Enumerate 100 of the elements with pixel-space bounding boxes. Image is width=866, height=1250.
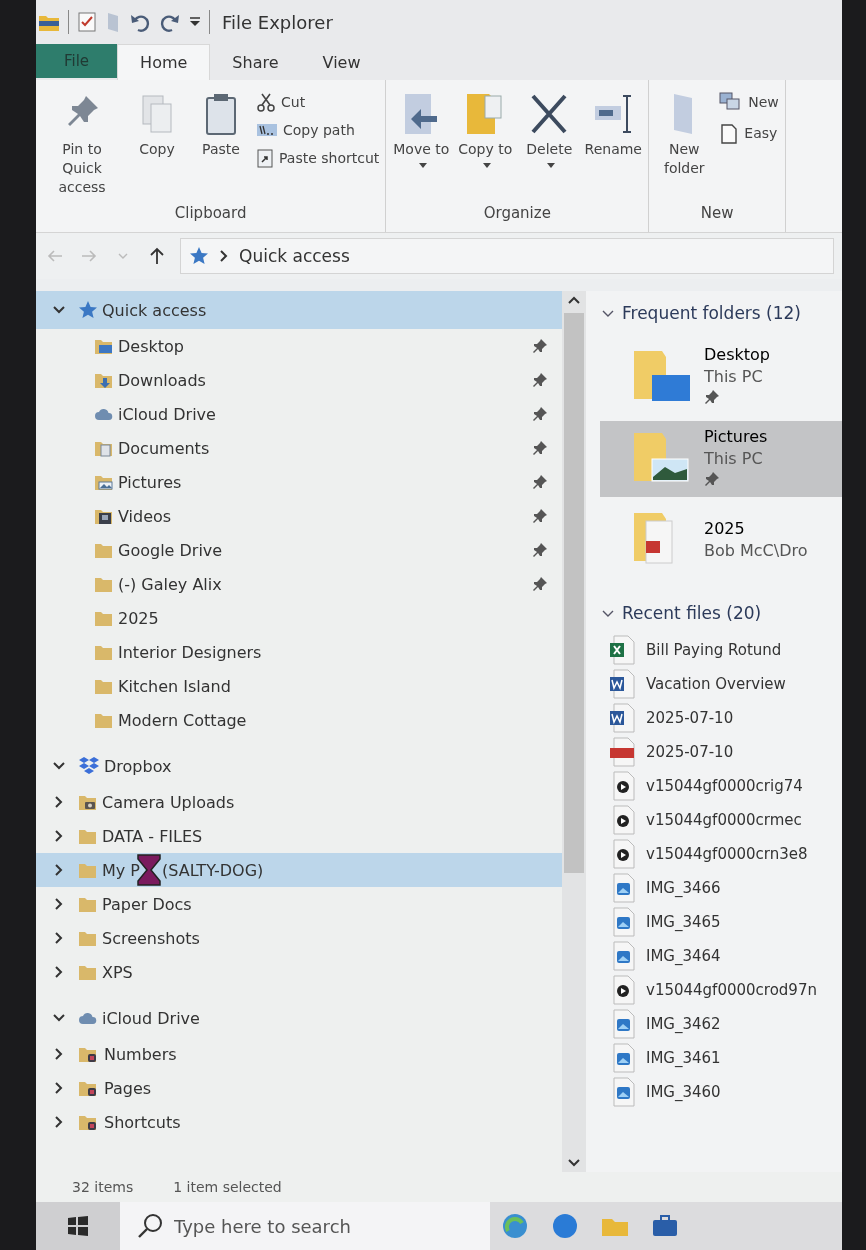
folder-name: 2025 bbox=[704, 518, 746, 538]
ribbon-tab[interactable]: Home bbox=[117, 44, 211, 80]
nav-item[interactable]: Camera Uploads bbox=[36, 785, 562, 819]
dropbox-icon bbox=[78, 756, 100, 776]
nav-item[interactable]: Interior Designers bbox=[36, 635, 562, 669]
nav-item[interactable]: Pages bbox=[36, 1071, 562, 1105]
nav-item[interactable]: iCloud Drive bbox=[36, 397, 562, 431]
image-file-icon bbox=[610, 873, 638, 903]
nav-item[interactable]: 2025 bbox=[36, 601, 562, 635]
nav-item[interactable]: Pictures bbox=[36, 465, 562, 499]
app-icon bbox=[550, 1211, 580, 1241]
chevron-down-icon bbox=[567, 1158, 581, 1168]
copyto-button[interactable]: Copy to bbox=[454, 86, 517, 204]
folder-tile[interactable]: 2025 Bob McC\Dro bbox=[600, 503, 842, 575]
copy-button[interactable]: Copy bbox=[126, 86, 188, 204]
nav-item[interactable]: Modern Cottage bbox=[36, 703, 562, 737]
move-button[interactable]: Move to bbox=[390, 86, 453, 204]
file-item[interactable]: 2025-07-10 bbox=[600, 735, 842, 769]
image-file-icon bbox=[610, 1043, 638, 1073]
rename-icon bbox=[593, 92, 634, 136]
nav-item[interactable]: Desktop bbox=[36, 329, 562, 363]
folder-icon bbox=[78, 895, 98, 913]
start-button[interactable] bbox=[36, 1202, 120, 1250]
pin-icon bbox=[532, 338, 548, 354]
nav-item[interactable]: Paper Docs bbox=[36, 887, 562, 921]
camera-folder-icon bbox=[78, 793, 98, 811]
pasteshortcut-button[interactable]: Paste shortcut bbox=[254, 146, 382, 170]
nav-item[interactable]: Quick access bbox=[36, 291, 562, 329]
pin-icon bbox=[532, 406, 548, 422]
delete-button[interactable]: Delete bbox=[518, 86, 581, 204]
nav-item[interactable]: Dropbox bbox=[36, 747, 562, 785]
nav-item[interactable]: Downloads bbox=[36, 363, 562, 397]
pin-button[interactable]: Pin to Quick access bbox=[40, 86, 124, 204]
breadcrumb[interactable]: Quick access bbox=[239, 246, 350, 266]
file-item[interactable]: IMG_3460 bbox=[600, 1075, 842, 1109]
ribbon-tab[interactable]: View bbox=[300, 44, 383, 80]
picture-folder-icon bbox=[94, 473, 114, 491]
app-icon bbox=[500, 1211, 530, 1241]
folder-icon bbox=[94, 575, 114, 593]
nav-item[interactable]: DATA - FILES bbox=[36, 819, 562, 853]
nav-item[interactable]: Documents bbox=[36, 431, 562, 465]
folder-icon bbox=[94, 677, 114, 695]
folder-icon bbox=[94, 711, 114, 729]
folder-tile[interactable]: Desktop This PC bbox=[600, 339, 842, 415]
file-item[interactable]: v15044gf0000crod97n bbox=[600, 973, 842, 1007]
search-icon bbox=[136, 1212, 164, 1240]
scrollbar-thumb[interactable] bbox=[564, 313, 584, 873]
section-header[interactable]: Frequent folders (12) bbox=[600, 299, 842, 327]
nav-item[interactable]: Google Drive bbox=[36, 533, 562, 567]
section-header[interactable]: Recent files (20) bbox=[600, 599, 842, 627]
document-icon bbox=[719, 122, 740, 144]
file-item[interactable]: Vacation Overview bbox=[600, 667, 842, 701]
newitem-button[interactable]: New bbox=[717, 90, 781, 114]
search-field[interactable]: Type here to search bbox=[174, 1202, 490, 1250]
rename-button[interactable]: Rename bbox=[582, 86, 645, 204]
file-item[interactable]: IMG_3465 bbox=[600, 905, 842, 939]
download-folder-icon bbox=[94, 371, 114, 389]
file-item[interactable]: IMG_3464 bbox=[600, 939, 842, 973]
file-item[interactable]: 2025-07-10 bbox=[600, 701, 842, 735]
nav-item[interactable]: My P (SALTY-DOG) bbox=[36, 853, 562, 887]
nav-item[interactable]: Kitchen Island bbox=[36, 669, 562, 703]
document-folder-icon bbox=[94, 439, 114, 457]
ribbon-tab[interactable]: Share bbox=[210, 44, 301, 80]
nav-item[interactable]: Numbers bbox=[36, 1037, 562, 1071]
pdf-file-icon bbox=[610, 737, 638, 767]
folder-icon bbox=[94, 643, 114, 661]
scrollbar[interactable] bbox=[562, 291, 586, 1172]
search-button[interactable] bbox=[120, 1202, 174, 1250]
file-item[interactable]: v15044gf0000crig74 bbox=[600, 769, 842, 803]
file-item[interactable]: Bill Paying Rotund bbox=[600, 633, 842, 667]
nav-item[interactable]: (-) Galey Alix bbox=[36, 567, 562, 601]
video-folder-icon bbox=[94, 507, 114, 525]
nav-item[interactable]: Shortcuts bbox=[36, 1105, 562, 1139]
folder-tile[interactable]: Pictures This PC bbox=[600, 421, 842, 497]
easyaccess-button[interactable]: Easy bbox=[717, 120, 781, 146]
paste-button[interactable]: Paste bbox=[190, 86, 252, 204]
nav-item[interactable]: iCloud Drive bbox=[36, 999, 562, 1037]
status-text: 32 items bbox=[72, 1179, 134, 1195]
file-item[interactable]: IMG_3466 bbox=[600, 871, 842, 905]
video-file-icon bbox=[610, 839, 638, 869]
cut-button[interactable]: Cut bbox=[254, 90, 382, 114]
file-item[interactable]: v15044gf0000crmec bbox=[600, 803, 842, 837]
file-item[interactable]: IMG_3461 bbox=[600, 1041, 842, 1075]
folder-icon bbox=[78, 827, 98, 845]
nav-item[interactable]: Screenshots bbox=[36, 921, 562, 955]
folder-location: Bob McC\Dro bbox=[704, 540, 808, 560]
cloud-icon bbox=[78, 1010, 98, 1026]
folder-location: This PC bbox=[704, 367, 764, 386]
copypath-button[interactable]: Copy path bbox=[254, 120, 382, 140]
chevron-up-icon bbox=[567, 295, 581, 305]
folder-icon bbox=[78, 929, 98, 947]
file-item[interactable]: IMG_3462 bbox=[600, 1007, 842, 1041]
pin-icon bbox=[532, 508, 548, 524]
file-item[interactable]: v15044gf0000crn3e8 bbox=[600, 837, 842, 871]
nav-item[interactable]: XPS bbox=[36, 955, 562, 989]
folder-location: This PC bbox=[704, 449, 764, 468]
pin-icon bbox=[704, 389, 720, 405]
newfolder-button[interactable]: New folder bbox=[653, 86, 716, 204]
nav-item[interactable]: Videos bbox=[36, 499, 562, 533]
address-field[interactable]: Quick access bbox=[180, 238, 834, 274]
